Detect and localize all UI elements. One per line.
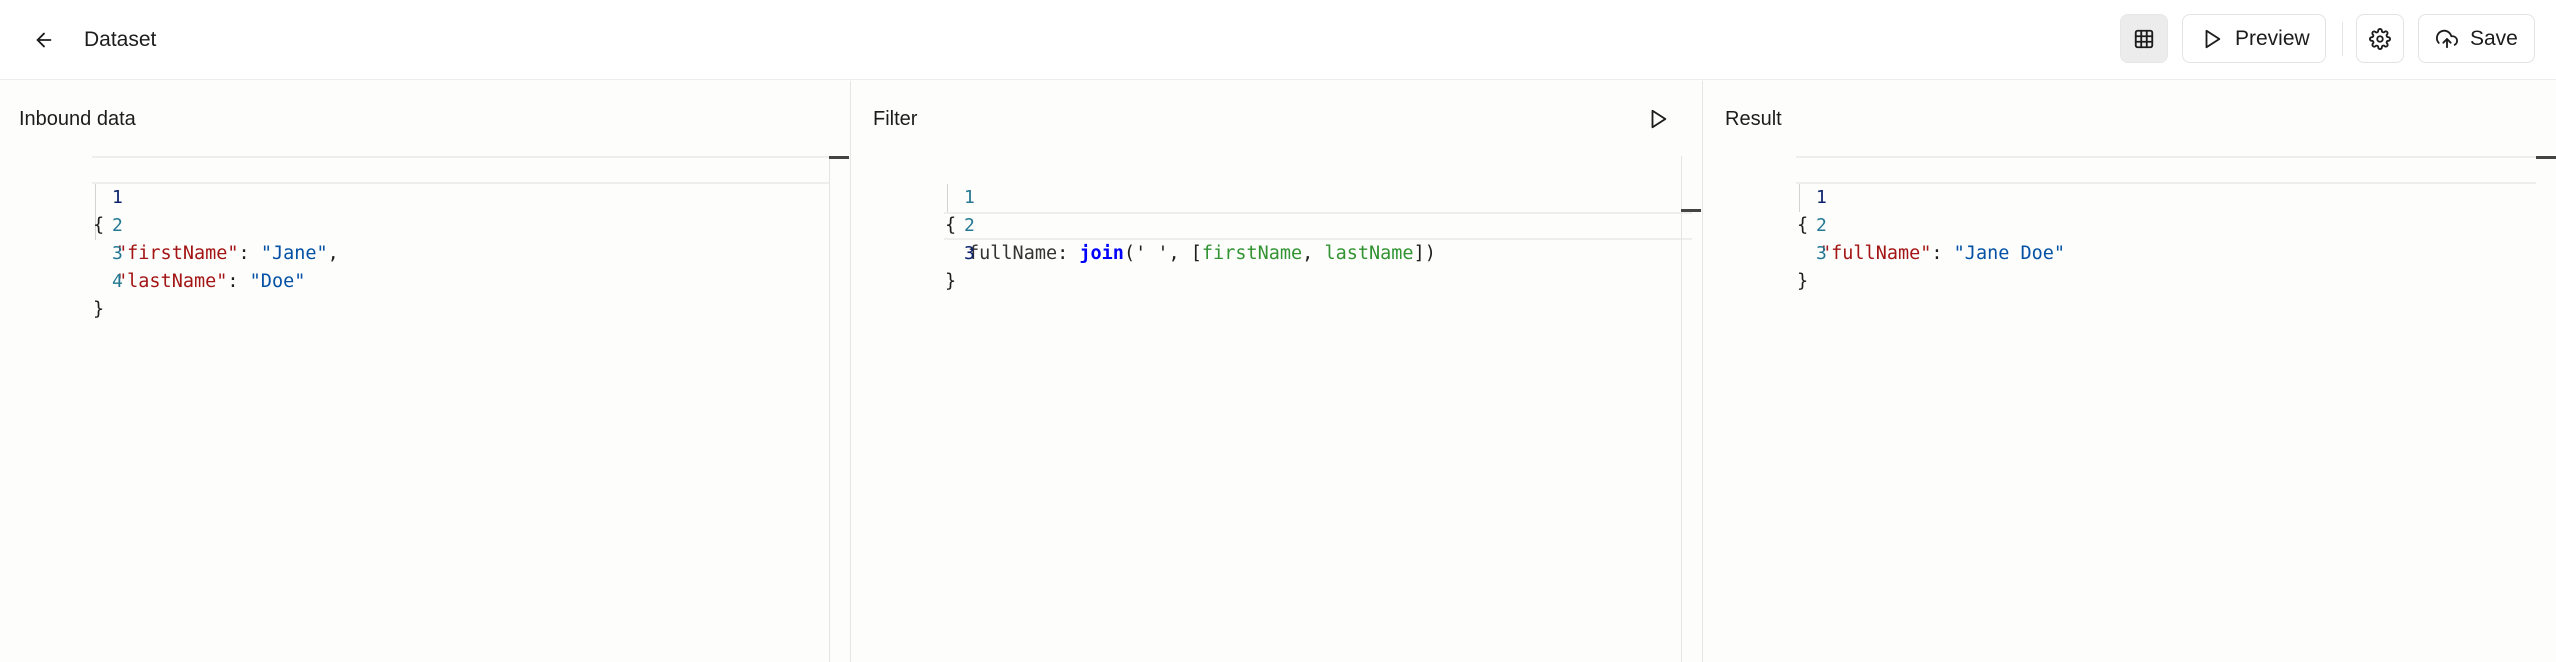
filter-panel: Filter 1 { 2 fullName: join(' ', [firstN… xyxy=(852,81,1703,662)
code-line: 4 } xyxy=(0,240,851,320)
code-line: 1 { xyxy=(1704,156,2556,236)
arrow-left-icon xyxy=(36,32,52,48)
line-number: 3 xyxy=(1815,243,1827,264)
function-name: join xyxy=(1079,243,1124,264)
code-line: 3 } xyxy=(852,212,1703,292)
code-line: 1 { xyxy=(852,156,1703,236)
json-string: "Doe" xyxy=(249,271,306,292)
settings-button[interactable] xyxy=(2356,14,2404,63)
inbound-data-panel: Inbound data 1 { 2 "firstName": "Jane", … xyxy=(0,81,851,662)
identifier: firstName xyxy=(1201,243,1303,264)
code-args-close: ]) xyxy=(1413,243,1436,264)
line-number: 3 xyxy=(963,243,975,264)
json-string: "Jane Doe" xyxy=(1953,243,2066,264)
preview-button[interactable]: Preview xyxy=(2182,14,2326,63)
scrollbar-marker xyxy=(1681,209,1701,212)
save-label: Save xyxy=(2470,26,2518,50)
play-icon xyxy=(1651,109,1667,129)
save-button[interactable]: Save xyxy=(2418,14,2535,63)
code-args-open: (' ', [ xyxy=(1123,243,1202,264)
page-title: Dataset xyxy=(84,28,157,51)
code-line: 2 "firstName": "Jane", xyxy=(0,184,851,264)
scrollbar-marker xyxy=(2536,156,2556,159)
vertical-scrollbar[interactable] xyxy=(1681,156,1682,662)
code-text: } xyxy=(945,271,957,292)
code-colon: : xyxy=(1057,243,1080,264)
play-icon xyxy=(2205,29,2221,48)
code-text: "lastName": "Doe" xyxy=(116,268,305,296)
filter-editor[interactable]: 1 { 2 fullName: join(' ', [firstName, la… xyxy=(852,156,1703,662)
code-text: } xyxy=(93,299,105,320)
panel-title-result: Result xyxy=(1725,108,1782,130)
top-bar: Dataset Preview Save xyxy=(0,0,2556,80)
vertical-scrollbar[interactable] xyxy=(829,156,830,662)
code-text: } xyxy=(1797,271,1809,292)
cloud-upload-icon xyxy=(2436,29,2458,48)
table-view-button[interactable] xyxy=(2120,14,2168,63)
preview-label: Preview xyxy=(2235,26,2310,50)
panel-title-inbound: Inbound data xyxy=(19,108,136,130)
line-number: 4 xyxy=(111,271,123,292)
panel-title-filter: Filter xyxy=(873,108,918,130)
code-line: 2 "fullName": "Jane Doe" xyxy=(1704,184,2556,264)
inbound-editor[interactable]: 1 { 2 "firstName": "Jane", 3 "lastName":… xyxy=(0,156,851,662)
field-name: fullName xyxy=(968,243,1058,264)
run-filter-button[interactable] xyxy=(1642,103,1674,135)
code-line: 2 fullName: join(' ', [firstName, lastNa… xyxy=(852,184,1703,264)
json-key: "lastName" xyxy=(116,271,228,292)
json-sep: : xyxy=(227,271,250,292)
result-panel: Result 1 { 2 "fullName": "Jane Doe" 3 } xyxy=(1704,81,2556,662)
code-comma: , xyxy=(1302,243,1325,264)
json-sep: : xyxy=(1931,243,1954,264)
code-text: "fullName": "Jane Doe" xyxy=(1820,240,2065,268)
code-line: 3 "lastName": "Doe" xyxy=(0,212,851,292)
back-button[interactable] xyxy=(26,22,62,58)
json-key: "fullName" xyxy=(1820,243,1932,264)
code-text: fullName: join(' ', [firstName, lastName… xyxy=(968,240,1436,268)
table-grid-icon xyxy=(2134,29,2154,48)
code-line: 3 } xyxy=(1704,212,2556,292)
code-line: 1 { xyxy=(0,156,851,236)
toolbar-divider xyxy=(2342,22,2343,56)
gear-icon xyxy=(2369,27,2391,50)
identifier: lastName xyxy=(1324,243,1414,264)
scrollbar-marker xyxy=(829,156,849,159)
result-editor[interactable]: 1 { 2 "fullName": "Jane Doe" 3 } xyxy=(1704,156,2556,662)
